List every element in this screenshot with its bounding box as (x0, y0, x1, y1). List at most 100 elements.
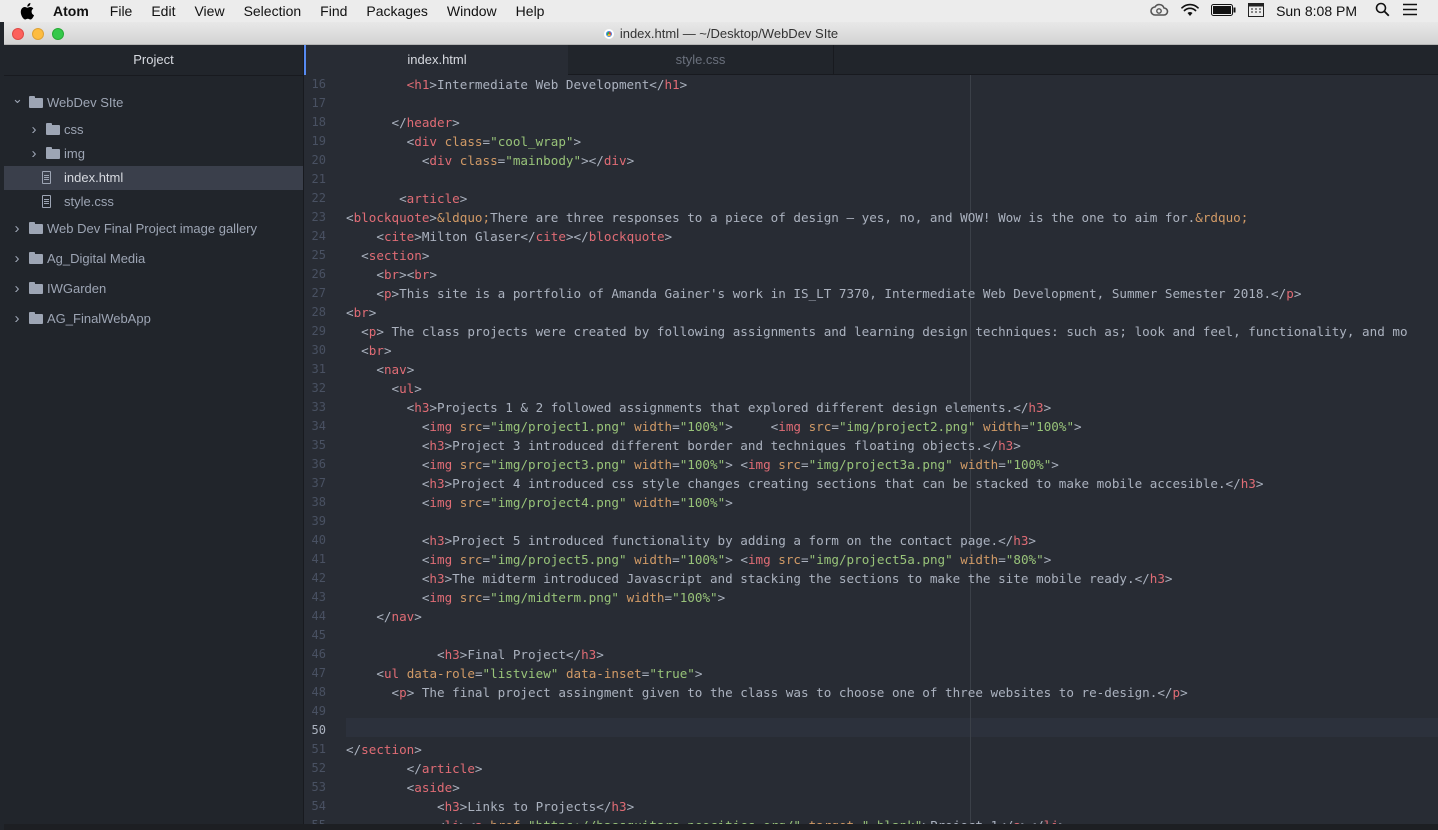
tab-index-html[interactable]: index.html (304, 45, 568, 75)
code-line[interactable]: <article> (346, 189, 467, 208)
code-line[interactable]: <h3>Project 3 introduced different borde… (346, 436, 1021, 455)
code-line[interactable]: <img src="img/project4.png" width="100%"… (346, 493, 733, 512)
project-panel-title[interactable]: Project (4, 45, 303, 76)
code-line[interactable]: <div class="cool_wrap"> (346, 132, 581, 151)
chevron-right-icon[interactable]: › (29, 118, 39, 142)
code-line[interactable]: <h3>Project 5 introduced functionality b… (346, 531, 1036, 550)
line-number[interactable]: 45 (304, 626, 326, 645)
menu-help[interactable]: Help (516, 0, 545, 22)
line-number[interactable]: 22 (304, 189, 326, 208)
tree-item-webdev-site[interactable]: ⌄ WebDev SIte (4, 91, 303, 115)
line-number[interactable]: 27 (304, 284, 326, 303)
tree-item-iwgarden[interactable]: › IWGarden (4, 277, 303, 301)
line-number[interactable]: 16 (304, 75, 326, 94)
tree-item-img[interactable]: › img (4, 142, 303, 166)
line-number[interactable]: 49 (304, 702, 326, 721)
title-bar[interactable]: index.html — ~/Desktop/WebDev SIte (4, 22, 1438, 45)
code-line[interactable]: <h3>Links to Projects</h3> (346, 797, 634, 816)
calendar-icon[interactable] (1248, 2, 1265, 20)
menu-edit[interactable]: Edit (151, 0, 175, 22)
code-line[interactable]: </article> (346, 759, 483, 778)
line-number[interactable]: 54 (304, 797, 326, 816)
code-line[interactable]: <h3>Final Project</h3> (346, 645, 604, 664)
code-line[interactable]: <p> The final project assingment given t… (346, 683, 1188, 702)
chevron-down-icon[interactable]: ⌄ (12, 87, 23, 111)
line-number[interactable]: 26 (304, 265, 326, 284)
tree-item-index-html[interactable]: index.html (4, 166, 303, 190)
code-line[interactable]: <img src="img/midterm.png" width="100%"> (346, 588, 725, 607)
line-number[interactable]: 20 (304, 151, 326, 170)
tree-item-ag-digital-media[interactable]: › Ag_Digital Media (4, 247, 303, 271)
code-line[interactable]: </section> (346, 740, 422, 759)
code-line[interactable]: <br><br> (346, 265, 437, 284)
code-line[interactable]: <nav> (346, 360, 414, 379)
line-number[interactable]: 21 (304, 170, 326, 189)
code-line[interactable]: <h3>Project 4 introduced css style chang… (346, 474, 1264, 493)
line-number[interactable]: 25 (304, 246, 326, 265)
line-number[interactable]: 41 (304, 550, 326, 569)
chevron-right-icon[interactable]: › (12, 307, 22, 331)
code-line[interactable]: <cite>Milton Glaser</cite></blockquote> (346, 227, 672, 246)
code-line[interactable]: </header> (346, 113, 460, 132)
code-line[interactable]: <p>This site is a portfolio of Amanda Ga… (346, 284, 1301, 303)
line-number[interactable]: 19 (304, 132, 326, 151)
menu-window[interactable]: Window (447, 0, 497, 22)
line-number[interactable]: 23 (304, 208, 326, 227)
line-number[interactable]: 52 (304, 759, 326, 778)
apple-menu-icon[interactable] (20, 2, 36, 20)
line-number[interactable]: 35 (304, 436, 326, 455)
line-number[interactable]: 31 (304, 360, 326, 379)
code-line[interactable]: <blockquote>&ldquo;There are three respo… (346, 208, 1248, 227)
line-number[interactable]: 38 (304, 493, 326, 512)
code-line[interactable]: <ul> (346, 379, 422, 398)
notification-center-icon[interactable] (1402, 3, 1418, 19)
line-number[interactable]: 39 (304, 512, 326, 531)
code-editor[interactable]: 16 17 18 19 20 21 22 23 24 25 26 27 28 29 30 31 32 33 34 35… (304, 75, 1438, 830)
line-number[interactable]: 34 (304, 417, 326, 436)
line-number[interactable]: 40 (304, 531, 326, 550)
line-number[interactable]: 51 (304, 740, 326, 759)
menu-packages[interactable]: Packages (366, 0, 427, 22)
line-number[interactable]: 44 (304, 607, 326, 626)
menu-view[interactable]: View (194, 0, 224, 22)
code-line[interactable]: <br> (346, 341, 391, 360)
spotlight-icon[interactable] (1375, 2, 1390, 20)
line-number[interactable]: 32 (304, 379, 326, 398)
line-number[interactable]: 36 (304, 455, 326, 474)
line-number[interactable]: 24 (304, 227, 326, 246)
line-number[interactable]: 18 (304, 113, 326, 132)
tree-item-css[interactable]: › css (4, 118, 303, 142)
code-line[interactable]: <br> (346, 303, 376, 322)
chevron-right-icon[interactable]: › (12, 217, 22, 241)
code-line[interactable]: </nav> (346, 607, 422, 626)
code-line[interactable]: <img src="img/project3.png" width="100%"… (346, 455, 1059, 474)
code-line[interactable]: <p> The class projects were created by f… (346, 322, 1407, 341)
chevron-right-icon[interactable]: › (29, 142, 39, 166)
code-line[interactable]: <img src="img/project5.png" width="100%"… (346, 550, 1051, 569)
code-line[interactable]: <section> (346, 246, 429, 265)
code-line[interactable]: <h3>The midterm introduced Javascript an… (346, 569, 1173, 588)
code-line[interactable]: <ul data-role="listview" data-inset="tru… (346, 664, 702, 683)
wifi-icon[interactable] (1181, 3, 1199, 20)
tree-item-ag-finalwebapp[interactable]: › AG_FinalWebApp (4, 307, 303, 331)
battery-icon[interactable] (1211, 3, 1236, 19)
line-number[interactable]: 37 (304, 474, 326, 493)
line-number[interactable]: 48 (304, 683, 326, 702)
chevron-right-icon[interactable]: › (12, 247, 22, 271)
code-line[interactable]: <h1>Intermediate Web Development</h1> (346, 75, 688, 94)
tab-style-css[interactable]: style.css (568, 45, 834, 75)
chevron-right-icon[interactable]: › (12, 277, 22, 301)
tree-item-web-dev-final-project-image-gallery[interactable]: › Web Dev Final Project image gallery (4, 217, 303, 241)
creative-cloud-icon[interactable] (1149, 3, 1169, 20)
code-line[interactable]: <div class="mainbody"></div> (346, 151, 634, 170)
line-number[interactable]: 43 (304, 588, 326, 607)
line-number[interactable]: 29 (304, 322, 326, 341)
tree-item-style-css[interactable]: style.css (4, 190, 303, 214)
line-number[interactable]: 46 (304, 645, 326, 664)
line-number[interactable]: 28 (304, 303, 326, 322)
horizontal-scrollbar[interactable] (4, 824, 1438, 830)
line-number[interactable]: 30 (304, 341, 326, 360)
line-number[interactable]: 17 (304, 94, 326, 113)
menu-file[interactable]: File (110, 0, 133, 22)
line-number[interactable]: 53 (304, 778, 326, 797)
